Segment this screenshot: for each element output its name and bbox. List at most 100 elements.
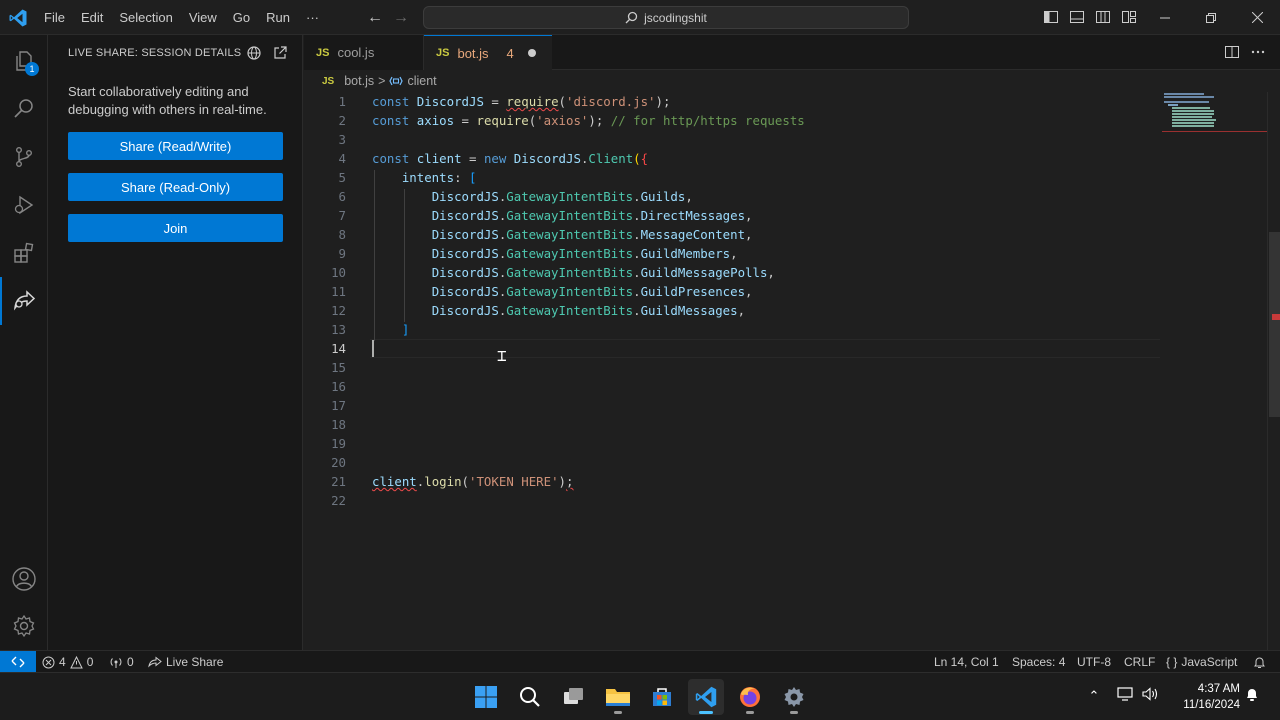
code-line[interactable]: 7 DiscordJS.GatewayIntentBits.DirectMess… bbox=[304, 206, 1164, 225]
volume-icon[interactable] bbox=[1141, 687, 1159, 705]
vertical-scrollbar[interactable] bbox=[1267, 92, 1280, 650]
open-external-icon[interactable] bbox=[272, 45, 288, 61]
customize-layout-icon[interactable] bbox=[1121, 9, 1137, 25]
more-actions-icon[interactable] bbox=[1250, 44, 1266, 60]
warning-icon bbox=[69, 655, 83, 668]
scrollbar-thumb[interactable] bbox=[1269, 232, 1280, 417]
live-share-icon[interactable] bbox=[0, 277, 48, 325]
code-text: DiscordJS.GatewayIntentBits.GuildMessage… bbox=[431, 303, 746, 318]
live-share-label: Live Share bbox=[166, 654, 224, 669]
system-clock[interactable]: 4:37 AM 11/16/2024 bbox=[1170, 681, 1240, 713]
file-explorer-icon[interactable] bbox=[600, 679, 636, 715]
store-icon[interactable] bbox=[644, 679, 680, 715]
code-line[interactable]: 4 const client = new DiscordJS.Client({ bbox=[304, 149, 1164, 168]
source-control-icon[interactable] bbox=[0, 133, 48, 181]
line-number: 19 bbox=[331, 436, 346, 451]
code-line[interactable]: 9 DiscordJS.GatewayIntentBits.GuildMembe… bbox=[304, 244, 1164, 263]
extensions-icon[interactable] bbox=[0, 229, 48, 277]
indentation[interactable]: Spaces: 4 bbox=[1012, 651, 1065, 673]
settings-icon[interactable] bbox=[776, 679, 812, 715]
notification-bell-icon[interactable] bbox=[1243, 687, 1261, 705]
code-line[interactable]: 1 const DiscordJS = require('discord.js')… bbox=[304, 92, 1164, 111]
code-line[interactable]: 21 client.login('TOKEN HERE'); bbox=[304, 472, 1164, 491]
forward-arrow-icon[interactable]: → bbox=[392, 9, 410, 27]
share-read-only-button[interactable]: Share (Read-Only) bbox=[68, 173, 283, 201]
code-line[interactable]: 17 bbox=[304, 396, 1164, 415]
code-text: const axios = require('axios'); // for h… bbox=[372, 113, 805, 128]
code-line[interactable]: 10 DiscordJS.GatewayIntentBits.GuildMess… bbox=[304, 263, 1164, 282]
code-editor[interactable]: 1 const DiscordJS = require('discord.js')… bbox=[304, 92, 1280, 650]
breadcrumb-separator: > bbox=[378, 74, 386, 88]
code-line[interactable]: 16 bbox=[304, 377, 1164, 396]
status-bar: 4 0 0 Live Share Ln 14, Col 1 Spaces: 4 … bbox=[0, 650, 1280, 673]
minimize-icon[interactable] bbox=[1142, 0, 1188, 35]
code-line[interactable]: 19 bbox=[304, 434, 1164, 453]
code-text: ] bbox=[401, 322, 410, 337]
taskbar-search-icon[interactable] bbox=[512, 679, 548, 715]
explorer-icon[interactable]: 1 bbox=[0, 37, 48, 85]
sidebar-description: Start collaboratively editing and debugg… bbox=[68, 84, 267, 117]
network-icon[interactable] bbox=[1116, 687, 1134, 705]
windows-start-icon[interactable] bbox=[468, 679, 504, 715]
code-line[interactable]: 22 bbox=[304, 491, 1164, 510]
manage-gear-icon[interactable] bbox=[0, 602, 48, 650]
minimap[interactable] bbox=[1162, 92, 1267, 650]
tab-bot-js[interactable]: JS bot.js 4 bbox=[424, 35, 552, 70]
breadcrumb-symbol[interactable]: client bbox=[407, 74, 436, 88]
search-icon[interactable] bbox=[0, 85, 48, 133]
vscode-taskbar-icon[interactable] bbox=[688, 679, 724, 715]
show-hidden-icons-chevron-icon[interactable]: ⌃ bbox=[1085, 687, 1103, 705]
code-line[interactable]: 11 DiscordJS.GatewayIntentBits.GuildPres… bbox=[304, 282, 1164, 301]
account-icon[interactable] bbox=[0, 555, 48, 603]
firefox-icon[interactable] bbox=[732, 679, 768, 715]
code-line[interactable]: 14 bbox=[304, 339, 1164, 358]
code-line[interactable]: 15 bbox=[304, 358, 1164, 377]
breadcrumb-file[interactable]: bot.js bbox=[344, 74, 374, 88]
run-debug-icon[interactable] bbox=[0, 181, 48, 229]
menu-run[interactable]: Run bbox=[258, 0, 298, 35]
code-line[interactable]: 5 intents: [ bbox=[304, 168, 1164, 187]
code-line[interactable]: 13 ] bbox=[304, 320, 1164, 339]
tab-cool-js[interactable]: JS cool.js bbox=[304, 35, 424, 70]
remote-indicator-icon[interactable] bbox=[0, 651, 36, 673]
line-ending[interactable]: CRLF bbox=[1124, 651, 1155, 673]
ports-indicator[interactable]: 0 bbox=[109, 651, 134, 673]
menu-file[interactable]: File bbox=[36, 0, 73, 35]
code-line[interactable]: 8 DiscordJS.GatewayIntentBits.MessageCon… bbox=[304, 225, 1164, 244]
code-line[interactable]: 20 bbox=[304, 453, 1164, 472]
toggle-sidebar-icon[interactable] bbox=[1043, 9, 1059, 25]
code-line[interactable]: 12 DiscordJS.GatewayIntentBits.GuildMess… bbox=[304, 301, 1164, 320]
restore-icon[interactable] bbox=[1188, 0, 1234, 35]
code-line[interactable]: 2 const axios = require('axios'); // for … bbox=[304, 111, 1164, 130]
code-line[interactable]: 6 DiscordJS.GatewayIntentBits.Guilds, bbox=[304, 187, 1164, 206]
split-editor-icon[interactable] bbox=[1224, 44, 1240, 60]
running-indicator bbox=[614, 711, 622, 714]
language-mode[interactable]: { } JavaScript bbox=[1166, 651, 1237, 673]
menu-selection[interactable]: Selection bbox=[111, 0, 180, 35]
menu-edit[interactable]: Edit bbox=[73, 0, 111, 35]
toggle-panel-icon[interactable] bbox=[1069, 9, 1085, 25]
sidebar-title: LIVE SHARE: SESSION DETAILS bbox=[68, 47, 242, 59]
menu-go[interactable]: Go bbox=[225, 0, 258, 35]
running-indicator bbox=[790, 711, 798, 714]
command-center-search[interactable]: jscodingshit bbox=[423, 6, 909, 29]
unsaved-dot-icon[interactable] bbox=[527, 49, 536, 57]
code-line[interactable]: 3 bbox=[304, 130, 1164, 149]
back-arrow-icon[interactable]: ← bbox=[366, 9, 384, 27]
problems-indicator[interactable]: 4 0 bbox=[42, 651, 93, 673]
menu-more[interactable]: ··· bbox=[298, 0, 327, 35]
globe-icon[interactable] bbox=[246, 45, 262, 61]
live-share-status[interactable]: Live Share bbox=[148, 651, 223, 673]
join-button[interactable]: Join bbox=[68, 214, 283, 242]
encoding[interactable]: UTF-8 bbox=[1077, 651, 1111, 673]
toggle-secondary-sidebar-icon[interactable] bbox=[1095, 9, 1111, 25]
code-line[interactable]: 18 bbox=[304, 415, 1164, 434]
notifications-bell-icon[interactable] bbox=[1253, 651, 1266, 673]
task-view-icon[interactable] bbox=[556, 679, 592, 715]
menu-view[interactable]: View bbox=[181, 0, 225, 35]
cursor-position[interactable]: Ln 14, Col 1 bbox=[934, 651, 999, 673]
code-text: intents: [ bbox=[401, 170, 477, 185]
line-number: 9 bbox=[338, 246, 346, 261]
close-icon[interactable] bbox=[1234, 0, 1280, 35]
share-read-write-button[interactable]: Share (Read/Write) bbox=[68, 132, 283, 160]
